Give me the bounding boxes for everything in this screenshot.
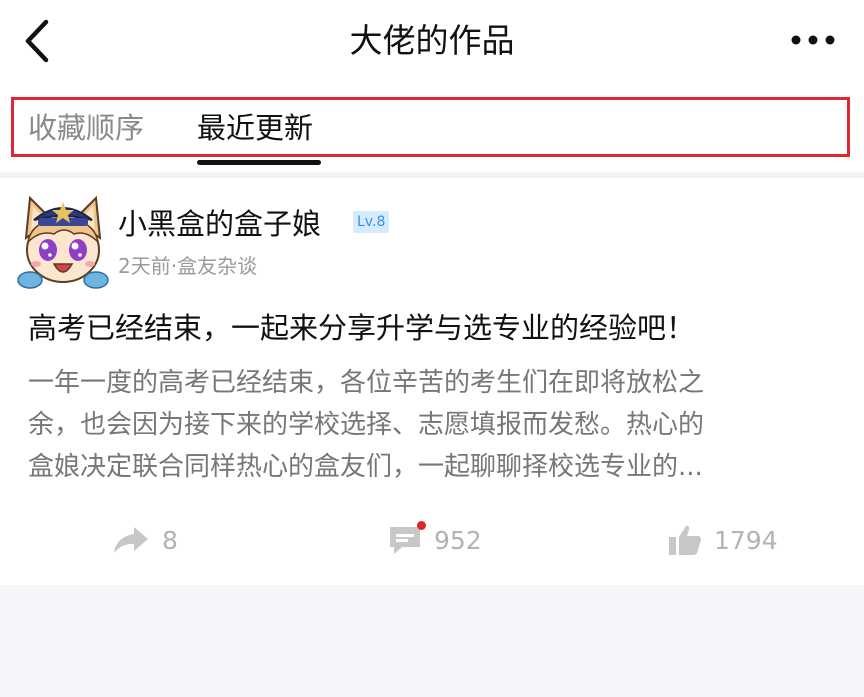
comment-bubble-icon bbox=[388, 521, 426, 555]
unread-dot bbox=[417, 521, 426, 530]
share-count: 8 bbox=[162, 525, 178, 555]
cat-girl-avatar-icon bbox=[17, 195, 109, 289]
post-title[interactable]: 高考已经结束，一起来分享升学与选专业的经验吧！ bbox=[28, 306, 695, 350]
excerpt-line: 盒娘决定联合同样热心的盒友们，一起聊聊择校选专业的... bbox=[28, 452, 703, 482]
post-excerpt[interactable]: 一年一度的高考已经结束，各位辛苦的考生们在即将放松之 余，也会因为接下来的学校选… bbox=[28, 362, 828, 488]
top-bar: 大佬的作品 bbox=[0, 0, 864, 86]
sort-tabs: 收藏顺序 最近更新 bbox=[0, 86, 864, 172]
post-meta: 2天前·盒友杂谈 bbox=[118, 254, 258, 278]
like-button[interactable]: 1794 bbox=[668, 518, 778, 562]
excerpt-line: 一年一度的高考已经结束，各位辛苦的考生们在即将放松之 bbox=[28, 368, 705, 398]
level-badge: Lv.8 bbox=[353, 211, 390, 233]
author-name[interactable]: 小黑盒的盒子娘 bbox=[118, 204, 321, 244]
comment-count: 952 bbox=[434, 525, 482, 555]
comment-button[interactable]: 952 bbox=[388, 518, 482, 562]
post-card[interactable]: 小黑盒的盒子娘 Lv.8 2天前·盒友杂谈 高考已经结束，一起来分享升学与选专业… bbox=[0, 178, 864, 585]
share-arrow-icon bbox=[112, 525, 150, 555]
like-count: 1794 bbox=[714, 525, 778, 555]
thumbs-up-icon bbox=[668, 524, 702, 556]
more-horizontal-icon bbox=[791, 35, 835, 45]
page-title: 大佬的作品 bbox=[349, 21, 515, 60]
author-avatar[interactable] bbox=[12, 190, 114, 292]
share-button[interactable]: 8 bbox=[112, 518, 178, 562]
tab-recent-updates[interactable]: 最近更新 bbox=[197, 108, 313, 148]
active-tab-indicator bbox=[197, 160, 321, 165]
excerpt-line: 余，也会因为接下来的学校选择、志愿填报而发愁。热心的 bbox=[28, 410, 705, 440]
more-button[interactable] bbox=[788, 22, 838, 58]
tab-favorites-order[interactable]: 收藏顺序 bbox=[28, 108, 144, 148]
